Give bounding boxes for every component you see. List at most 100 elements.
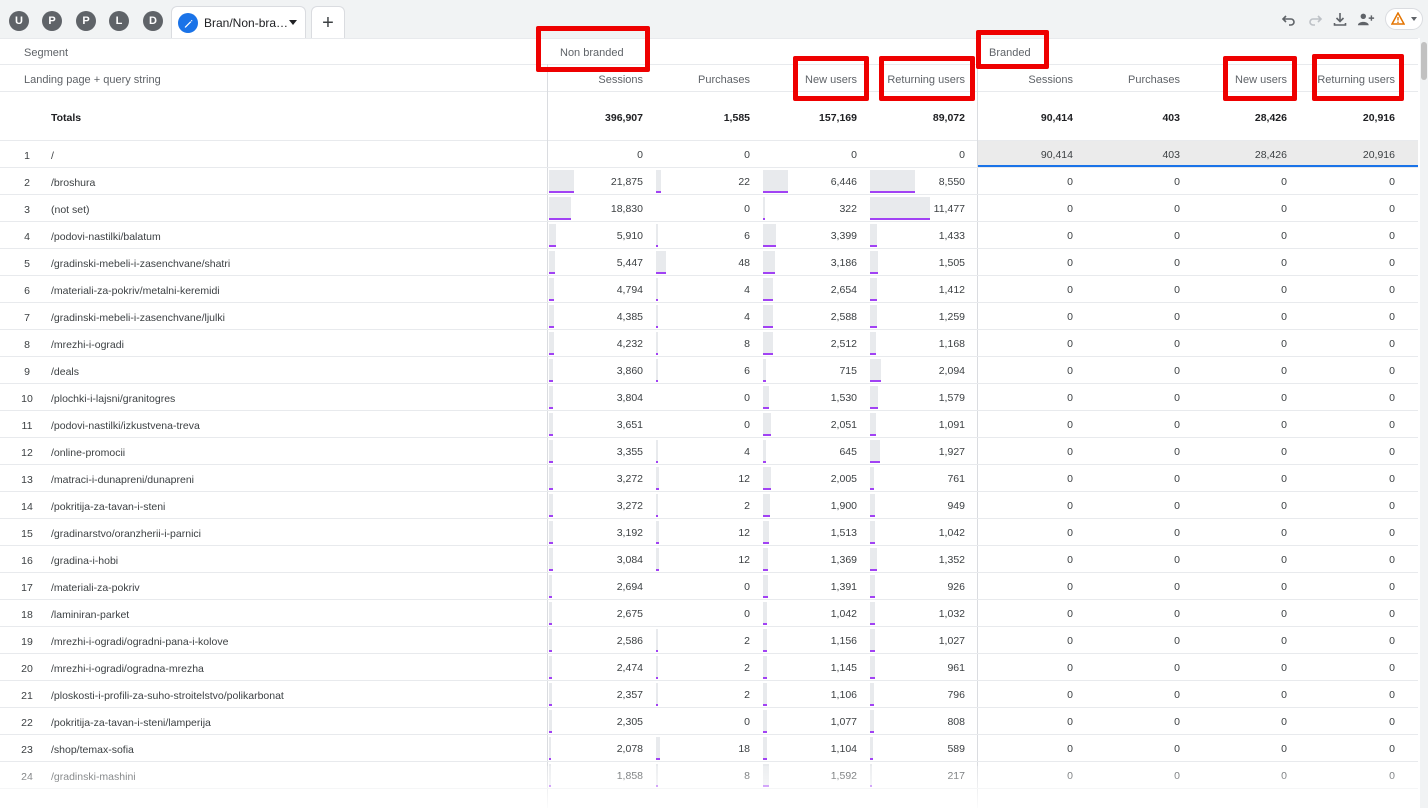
metric-cell: 645 (839, 446, 857, 458)
segment-tab-u[interactable]: U (9, 11, 29, 31)
metric-cell: 0 (1281, 527, 1287, 539)
landing-page-link[interactable]: /gradina-i-hobi (51, 555, 118, 567)
metric-cell: 21,875 (610, 176, 643, 188)
metric-cell: 0 (744, 608, 750, 620)
metric-cell: 1,042 (830, 608, 857, 620)
metric-cell: 1,042 (938, 527, 965, 539)
metric-cell: 1,156 (830, 635, 857, 647)
share-icon[interactable] (1357, 10, 1375, 28)
segment-tab-l[interactable]: L (109, 11, 129, 31)
chevron-down-icon[interactable] (289, 20, 297, 25)
landing-page-link[interactable]: /matraci-i-dunapreni/dunapreni (51, 474, 194, 486)
metric-cell: 3,272 (616, 473, 643, 485)
landing-page-link[interactable]: /plochki-i-lajsni/granitogres (51, 393, 175, 405)
landing-page-link[interactable]: /broshura (51, 177, 95, 189)
row-number: 7 (24, 312, 30, 324)
scrollbar-thumb[interactable] (1421, 42, 1427, 80)
landing-page-link[interactable]: /online-promocii (51, 447, 125, 459)
active-tab[interactable]: Bran/Non-bra… (171, 6, 306, 38)
metric-cell: 1,412 (938, 284, 965, 296)
metric-cell: 12 (738, 473, 750, 485)
metric-cell: 1,145 (830, 662, 857, 674)
metric-header-b-1[interactable]: Purchases (1080, 74, 1180, 86)
metric-cell: 5,447 (616, 257, 643, 269)
metric-cell: 0 (1067, 770, 1073, 782)
landing-page-link[interactable]: /shop/temax-sofia (51, 744, 134, 756)
landing-page-link[interactable]: /mrezhi-i-ogradi/ogradni-pana-i-kolove (51, 636, 228, 648)
metric-cell: 28,426 (1254, 149, 1287, 161)
landing-page-link[interactable]: /materiali-za-pokriv/metalni-keremidi (51, 285, 220, 297)
add-tab-button[interactable]: + (311, 6, 345, 38)
metric-cell: 0 (1389, 635, 1395, 647)
metric-cell: 0 (1174, 581, 1180, 593)
landing-page-link[interactable]: /gradinski-mashini (51, 771, 136, 783)
metric-cell: 0 (1389, 662, 1395, 674)
metric-cell: 6 (744, 365, 750, 377)
metric-cell: 1,530 (830, 392, 857, 404)
landing-page-link[interactable]: / (51, 150, 54, 162)
landing-page-link[interactable]: /gradinarstvo/oranzherii-i-parnici (51, 528, 201, 540)
metric-cell: 0 (1174, 257, 1180, 269)
landing-page-link[interactable]: /deals (51, 366, 79, 378)
annotation-box-new-users-nb (793, 56, 869, 101)
landing-page-link[interactable]: /gradinski-mebeli-i-zasenchvane/shatri (51, 258, 230, 270)
metric-header-nb-1[interactable]: Purchases (650, 74, 750, 86)
landing-page-link[interactable]: /laminiran-parket (51, 609, 129, 621)
landing-page-link[interactable]: /mrezhi-i-ogradi/ogradna-mrezha (51, 663, 204, 675)
landing-page-link[interactable]: /podovi-nastilki/balatum (51, 231, 161, 243)
landing-page-link[interactable]: /pokritija-za-tavan-i-steni/lamperija (51, 717, 211, 729)
divider (0, 38, 1418, 39)
row-number: 23 (21, 744, 33, 756)
metric-cell: 0 (1067, 176, 1073, 188)
metric-cell: 0 (959, 149, 965, 161)
metric-cell: 4 (744, 311, 750, 323)
totals-cell: 403 (1162, 112, 1180, 124)
metric-cell: 1,027 (938, 635, 965, 647)
metric-cell: 18,830 (610, 203, 643, 215)
warning-menu[interactable] (1385, 8, 1423, 30)
metric-cell: 2,357 (616, 689, 643, 701)
landing-page-link[interactable]: /ploskosti-i-profili-za-suho-stroitelstv… (51, 690, 284, 702)
landing-page-link[interactable]: /pokritija-za-tavan-i-steni (51, 501, 165, 513)
landing-page-link[interactable]: /materiali-za-pokriv (51, 582, 140, 594)
metric-cell: 3,272 (616, 500, 643, 512)
scrollbar[interactable] (1420, 38, 1428, 808)
metric-header-nb-0[interactable]: Sessions (543, 74, 643, 86)
active-tab-label: Bran/Non-bra… (204, 16, 289, 30)
metric-cell: 3,399 (830, 230, 857, 242)
metric-header-b-0[interactable]: Sessions (973, 74, 1073, 86)
totals-cell: 157,169 (819, 112, 857, 124)
metric-cell: 0 (744, 419, 750, 431)
metric-cell: 1,168 (938, 338, 965, 350)
segment-tab-p2[interactable]: P (76, 11, 96, 31)
annotation-box-non-branded (536, 26, 650, 72)
metric-cell: 0 (1281, 284, 1287, 296)
metric-cell: 2,694 (616, 581, 643, 593)
redo-icon[interactable] (1306, 10, 1324, 28)
segment-tab-d[interactable]: D (143, 11, 163, 31)
metric-cell: 0 (744, 581, 750, 593)
metric-cell: 0 (1174, 608, 1180, 620)
metric-cell: 0 (1174, 689, 1180, 701)
dimension-header-label[interactable]: Landing page + query string (24, 74, 161, 86)
annotation-box-branded (976, 30, 1049, 69)
landing-page-link[interactable]: /mrezhi-i-ogradi (51, 339, 124, 351)
metric-cell: 0 (1389, 311, 1395, 323)
undo-icon[interactable] (1280, 10, 1298, 28)
metric-cell: 0 (1281, 770, 1287, 782)
download-icon[interactable] (1331, 10, 1349, 28)
metric-cell: 0 (1281, 689, 1287, 701)
metric-cell: 0 (1281, 581, 1287, 593)
metric-cell: 1,369 (830, 554, 857, 566)
metric-cell: 0 (1067, 419, 1073, 431)
row-number: 6 (24, 285, 30, 297)
landing-page-link[interactable]: (not set) (51, 204, 90, 216)
metric-cell: 8 (744, 338, 750, 350)
landing-page-link[interactable]: /gradinski-mebeli-i-zasenchvane/ljulki (51, 312, 225, 324)
pencil-icon (178, 13, 198, 33)
segment-tab-p1[interactable]: P (42, 11, 62, 31)
metric-cell: 4 (744, 446, 750, 458)
landing-page-link[interactable]: /podovi-nastilki/izkustvena-treva (51, 420, 200, 432)
metric-cell: 949 (947, 500, 965, 512)
metric-cell: 0 (1067, 257, 1073, 269)
